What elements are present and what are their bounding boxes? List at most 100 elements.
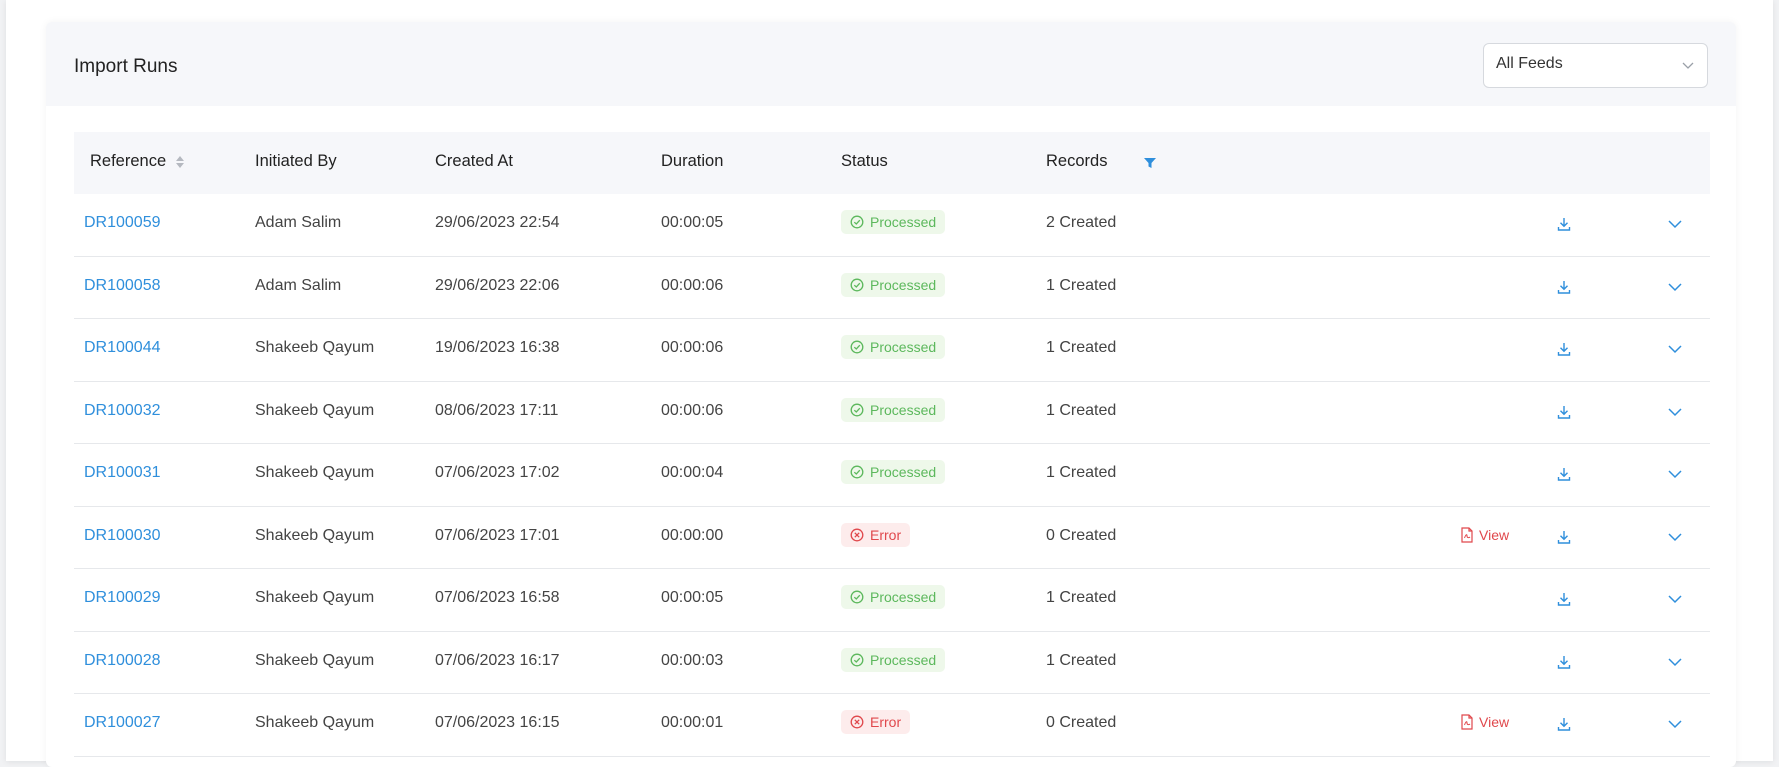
duration-cell: 00:00:03 [661,651,724,669]
initiated-by-cell: Shakeeb Qayum [255,401,375,419]
table-row[interactable]: DR100027 Shakeeb Qayum 07/06/2023 16:15 00:… [74,694,1710,757]
reference-link[interactable]: DR100058 [84,277,161,295]
created-at-cell: 07/06/2023 17:01 [435,526,560,544]
table-row[interactable]: DR100029 Shakeeb Qayum 07/06/2023 16:58 00:… [74,569,1710,632]
column-header-initiated-by: Initiated By [255,152,337,171]
column-header-created-at: Created At [435,152,513,171]
reference-link[interactable]: DR100028 [84,652,161,670]
reference-link[interactable]: DR100059 [84,214,161,232]
view-error-link[interactable]: View [1460,527,1509,543]
records-cell: 0 Created [1046,714,1117,731]
records-cell: 2 Created [1046,214,1117,231]
download-icon[interactable] [1556,341,1572,357]
duration-cell: 00:00:01 [661,714,724,731]
records-cell: 1 Created [1046,651,1117,669]
filter-icon[interactable] [1143,156,1157,170]
created-at-cell: 29/06/2023 22:06 [435,276,560,294]
file-pdf-icon [1461,714,1473,730]
status-badge: Processed [841,335,946,359]
initiated-by-cell: Shakeeb Qayum [255,651,375,669]
reference-link[interactable]: DR100029 [84,589,161,607]
table-row[interactable]: DR100030 Shakeeb Qayum 07/06/2023 17:01 00:… [74,507,1710,569]
import-runs-card: Import Runs All Feeds Reference Initiate… [46,22,1736,767]
table-row[interactable]: DR100032 Shakeeb Qayum 08/06/2023 17:11 00:… [74,382,1710,444]
status-label: Processed [870,276,937,293]
chevron-down-icon[interactable] [1667,404,1683,420]
table-header: Reference Initiated By Created At Durati… [74,132,1710,194]
created-at-cell: 07/06/2023 17:02 [435,464,560,481]
status-badge: Error [841,710,911,734]
duration-cell: 00:00:06 [661,401,724,419]
status-label: Processed [870,464,937,480]
initiated-by-cell: Shakeeb Qayum [255,526,375,544]
table-row[interactable]: DR100059 Adam Salim 29/06/2023 22:54 00:00:… [74,194,1710,257]
status-badge: Processed [841,397,946,422]
reference-link[interactable]: DR100027 [84,714,161,732]
status-label: Processed [870,401,937,418]
table-body: DR100059 Adam Salim 29/06/2023 22:54 00:00:… [74,194,1710,757]
download-icon[interactable] [1556,529,1572,545]
column-header-reference[interactable]: Reference [90,152,185,171]
created-at-cell: 07/06/2023 16:17 [435,651,560,669]
download-icon[interactable] [1556,716,1572,732]
status-badge: Processed [841,460,946,484]
download-icon[interactable] [1556,279,1572,295]
status-badge: Error [841,522,911,547]
download-icon[interactable] [1556,654,1572,670]
view-label: View [1479,526,1510,543]
check-circle-icon [850,590,864,604]
table-row[interactable]: DR100058 Adam Salim 29/06/2023 22:06 00:00:… [74,257,1710,319]
sort-icon[interactable] [176,155,185,168]
reference-link[interactable]: DR100044 [84,339,161,357]
chevron-down-icon[interactable] [1667,654,1683,670]
status-label: Error [870,526,902,543]
duration-cell: 00:00:06 [661,339,724,356]
table-row[interactable]: DR100031 Shakeeb Qayum 07/06/2023 17:02 00:… [74,444,1710,507]
download-icon[interactable] [1556,404,1572,420]
column-header-label: Records [1046,152,1108,170]
status-label: Processed [870,589,937,605]
download-icon[interactable] [1556,591,1572,607]
chevron-down-icon[interactable] [1667,529,1683,545]
view-error-link[interactable]: View [1460,714,1509,730]
check-circle-icon [850,340,864,354]
duration-cell: 00:00:06 [661,276,724,294]
status-label: Processed [870,651,937,668]
table-row[interactable]: DR100028 Shakeeb Qayum 07/06/2023 16:17 00:… [74,632,1710,694]
reference-link[interactable]: DR100032 [84,402,161,420]
x-circle-icon [850,528,864,541]
column-header-label: Duration [661,152,724,170]
reference-link[interactable]: DR100030 [84,527,161,545]
download-icon[interactable] [1556,216,1572,232]
reference-link[interactable]: DR100031 [84,464,161,482]
table-row[interactable]: DR100044 Shakeeb Qayum 19/06/2023 16:38 00:… [74,319,1710,382]
app-frame: Import Runs All Feeds Reference Initiate… [6,0,1773,767]
column-header-label: Reference [90,152,167,170]
duration-cell: 00:00:05 [661,589,724,606]
column-header-label: Created At [435,152,513,170]
feed-select[interactable]: All Feeds [1483,43,1708,88]
download-icon[interactable] [1556,466,1572,482]
initiated-by-cell: Shakeeb Qayum [255,589,375,606]
check-circle-icon [850,215,864,229]
import-runs-table: Reference Initiated By Created At Durati… [74,132,1710,767]
created-at-cell: 07/06/2023 16:58 [435,589,560,606]
records-cell: 1 Created [1046,464,1117,481]
chevron-down-icon[interactable] [1667,341,1683,357]
records-cell: 1 Created [1046,401,1117,419]
chevron-down-icon[interactable] [1667,279,1683,295]
status-badge: Processed [841,210,946,234]
chevron-down-icon[interactable] [1667,716,1683,732]
records-cell: 1 Created [1046,276,1117,294]
status-label: Processed [870,339,937,355]
chevron-down-icon[interactable] [1667,216,1683,232]
column-header-label: Initiated By [255,152,337,170]
initiated-by-cell: Shakeeb Qayum [255,464,375,481]
chevron-down-icon[interactable] [1667,591,1683,607]
records-cell: 1 Created [1046,339,1117,356]
check-circle-icon [850,465,864,479]
column-header-status: Status [841,152,888,171]
initiated-by-cell: Shakeeb Qayum [255,339,375,356]
chevron-down-icon[interactable] [1667,466,1683,482]
created-at-cell: 29/06/2023 22:54 [435,214,560,231]
